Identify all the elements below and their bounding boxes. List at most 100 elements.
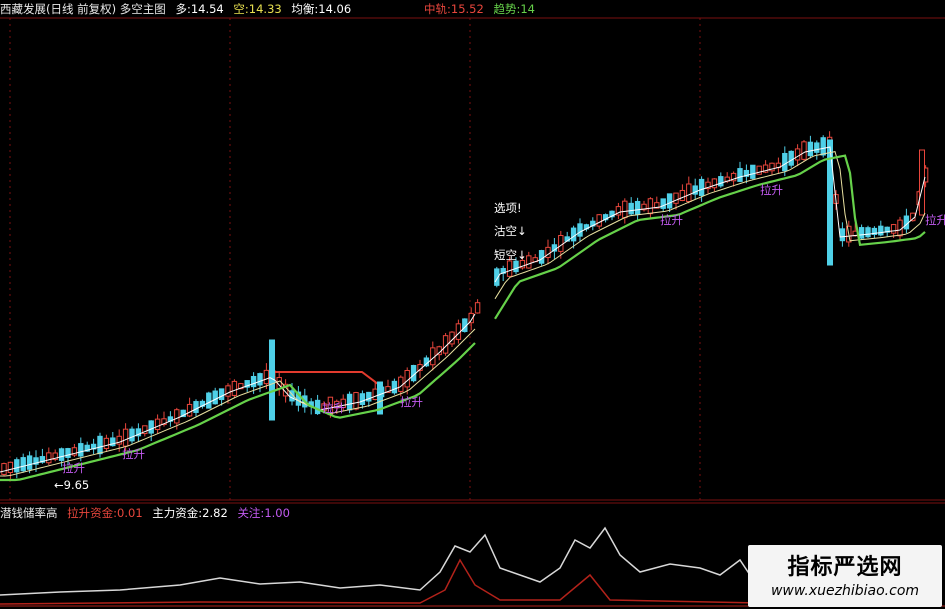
zhonggui-label: 中轨: xyxy=(424,2,451,16)
candle-body-85 xyxy=(558,235,564,252)
candle-body-61 xyxy=(391,380,398,394)
guanzhu-label: 关注: xyxy=(237,506,265,520)
zhonggui-value: 15.52 xyxy=(450,2,484,16)
candle-body-15 xyxy=(97,435,103,455)
candle-body-124 xyxy=(807,141,814,157)
candle-body-56 xyxy=(359,393,366,405)
candle-body-99 xyxy=(647,198,654,215)
zhonggui-readout: 中轨:15.52 趋势:14 xyxy=(424,0,535,18)
candle-body-97 xyxy=(634,200,641,215)
watermark-url: www.xuezhibiao.com xyxy=(770,583,920,599)
candle-body-67 xyxy=(430,347,436,366)
candle-body-137 xyxy=(890,224,897,234)
candle-body-87 xyxy=(570,227,577,242)
xuanxiang-label: 选项! xyxy=(494,201,522,215)
osc-main-line xyxy=(0,526,761,596)
lasheng-label-1: 拉升 xyxy=(62,461,85,475)
low-price-label: ←9.65 xyxy=(54,478,90,492)
guakong-label: 沽空↓ xyxy=(494,224,527,238)
candle-body-16 xyxy=(103,437,110,449)
candle-body-33 xyxy=(212,390,218,405)
candle-body-132 xyxy=(858,227,865,239)
candle-body-30 xyxy=(193,401,199,413)
guanzhu-value: 1.00 xyxy=(264,506,290,520)
candle-body-105 xyxy=(686,183,692,203)
candle-body-102 xyxy=(666,193,673,209)
candle-body-4 xyxy=(26,455,33,470)
candle-body-39 xyxy=(250,375,257,388)
chart-grid xyxy=(0,17,945,504)
candle-body-138 xyxy=(897,219,903,237)
candle-body-104 xyxy=(679,189,686,201)
candle-body-80 xyxy=(526,255,532,269)
lasheng-label-2: 拉升 xyxy=(122,447,145,461)
candle-body-96 xyxy=(628,202,634,215)
candle-body-55 xyxy=(353,392,359,410)
candle-body-40 xyxy=(257,373,263,386)
candle-body-24 xyxy=(154,418,161,431)
candle-body-103 xyxy=(673,192,679,204)
resistance-polyline xyxy=(272,371,379,385)
lasheng-zijin-value: 0.01 xyxy=(117,506,143,520)
chart-title: 西藏发展(日线 前复权) 多空主图 xyxy=(0,2,166,16)
candle-body-115 xyxy=(750,164,756,179)
candle-body-133 xyxy=(865,227,871,238)
candle-body-41 xyxy=(263,369,270,385)
lasheng-label-3: 拉升 xyxy=(322,401,345,415)
osc-secondary-line xyxy=(0,558,761,605)
watermark-badge: 指标严选网 www.xuezhibiao.com xyxy=(748,545,942,607)
candle-body-77 xyxy=(506,260,513,277)
duo-label: 多: xyxy=(175,2,191,16)
candle-body-82 xyxy=(538,250,545,264)
candle-body-123 xyxy=(801,141,807,160)
lasheng-zijin-label: 拉升资金: xyxy=(67,506,118,520)
zhuli-zijin-label: 主力资金: xyxy=(152,506,203,520)
candle-body-135 xyxy=(878,225,884,236)
junheng-value: 14.06 xyxy=(318,2,352,16)
candle-body-121 xyxy=(788,150,794,166)
lasheng-label-5: 拉升 xyxy=(660,213,683,227)
candle-body-7 xyxy=(46,452,52,464)
candle-body-0 xyxy=(1,463,7,475)
candle-body-64 xyxy=(410,364,417,382)
lasheng-label-7: 拉升 xyxy=(925,213,945,227)
junheng-label: 均衡: xyxy=(291,2,319,16)
candles-group xyxy=(1,131,929,480)
candle-body-101 xyxy=(660,198,666,209)
candle-body-109 xyxy=(711,178,718,189)
zhuli-zijin-value: 2.82 xyxy=(202,506,228,520)
candle-body-91 xyxy=(596,214,602,227)
candle-body-10 xyxy=(65,448,71,458)
candle-body-63 xyxy=(404,369,410,388)
sub-chart-header: 潜钱储率高 拉升资金:0.01 主力资金:2.82 关注:1.00 xyxy=(0,504,945,522)
candle-body-35 xyxy=(225,385,231,397)
candle-body-54 xyxy=(346,393,353,411)
candle-body-49 xyxy=(314,399,321,415)
sub-title: 潜钱储率高 xyxy=(0,506,58,520)
candle-body-95 xyxy=(622,200,628,219)
candle-body-120 xyxy=(782,152,788,172)
candle-body-2 xyxy=(14,459,20,473)
duo-value: 14.54 xyxy=(190,2,224,16)
lasheng-label-4: 拉升 xyxy=(400,395,423,409)
candle-body-58 xyxy=(372,388,378,400)
candle-body-113 xyxy=(737,168,743,182)
watermark-title: 指标严选网 xyxy=(787,555,903,580)
ma-fast-line xyxy=(0,146,926,473)
candle-body-32 xyxy=(206,392,212,409)
candle-body-23 xyxy=(148,420,154,434)
candle-body-126 xyxy=(820,137,826,156)
candle-body-129 xyxy=(839,228,846,242)
candle-body-88 xyxy=(577,223,583,237)
candle-body-20 xyxy=(129,428,135,442)
lasheng-label-6: 拉升 xyxy=(760,183,783,197)
candle-body-1 xyxy=(7,461,14,474)
candle-body-34 xyxy=(218,388,225,401)
candle-body-12 xyxy=(78,443,84,457)
qushi-value: 14 xyxy=(520,2,535,16)
candle-body-3 xyxy=(20,457,26,472)
candle-body-125 xyxy=(814,142,820,153)
qushi-label: 趋势: xyxy=(493,2,521,16)
candle-body-107 xyxy=(698,178,705,197)
candle-body-9 xyxy=(58,448,65,461)
